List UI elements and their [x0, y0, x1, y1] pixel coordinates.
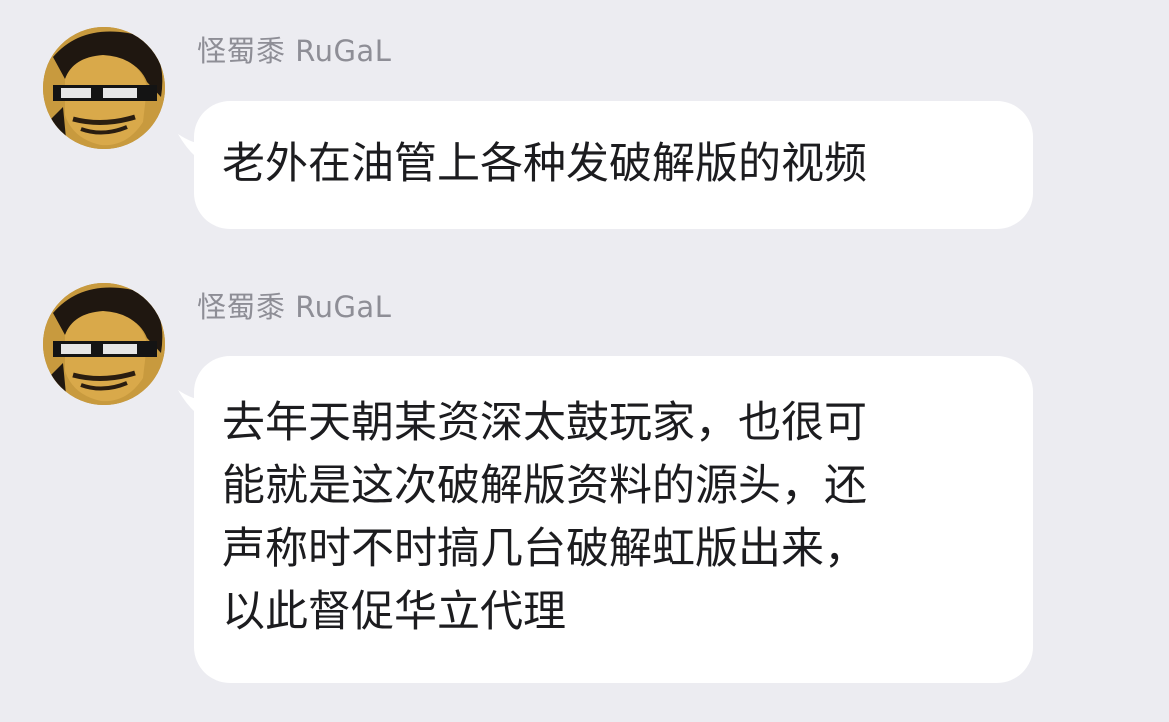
- message-line: 声称时不时搞几台破解虹版出来，: [222, 524, 867, 574]
- message-line: 以此督促华立代理: [222, 587, 566, 637]
- message-text: 去年天朝某资深太鼓玩家，也很可 能就是这次破解版资料的源头，还 声称时不时搞几台…: [222, 392, 1009, 644]
- chat-message: 怪蜀黍 RuGaL 去年天朝某资深太鼓玩家，也很可 能就是这次破解版资料的源头，…: [0, 0, 1169, 722]
- message-line: 能就是这次破解版资料的源头，还: [222, 461, 867, 511]
- message-bubble[interactable]: 去年天朝某资深太鼓玩家，也很可 能就是这次破解版资料的源头，还 声称时不时搞几台…: [194, 356, 1033, 683]
- avatar-image: [43, 283, 165, 405]
- message-line: 去年天朝某资深太鼓玩家，也很可: [222, 398, 867, 448]
- sender-name: 怪蜀黍 RuGaL: [197, 290, 392, 324]
- sunglasses-man-avatar[interactable]: [43, 283, 165, 405]
